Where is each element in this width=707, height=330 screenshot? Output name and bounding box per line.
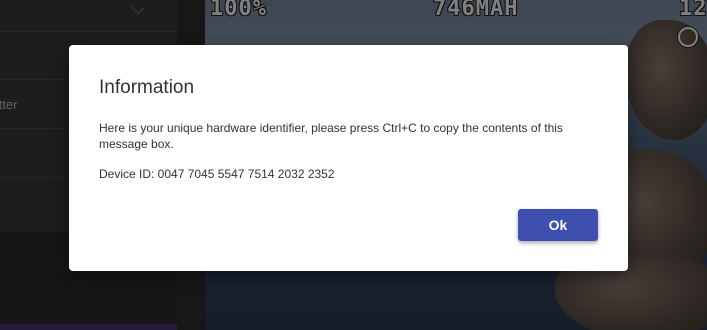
information-dialog: Information Here is your unique hardware…	[69, 45, 628, 271]
ok-button[interactable]: Ok	[518, 209, 598, 241]
device-id-text: Device ID: 0047 7045 5547 7514 2032 2352	[99, 167, 335, 181]
app-window: ansmitter 100% 746MAH 12 Information Her…	[0, 0, 707, 330]
dialog-title: Information	[99, 77, 195, 98]
dialog-message: Here is your unique hardware identifier,…	[99, 121, 563, 151]
